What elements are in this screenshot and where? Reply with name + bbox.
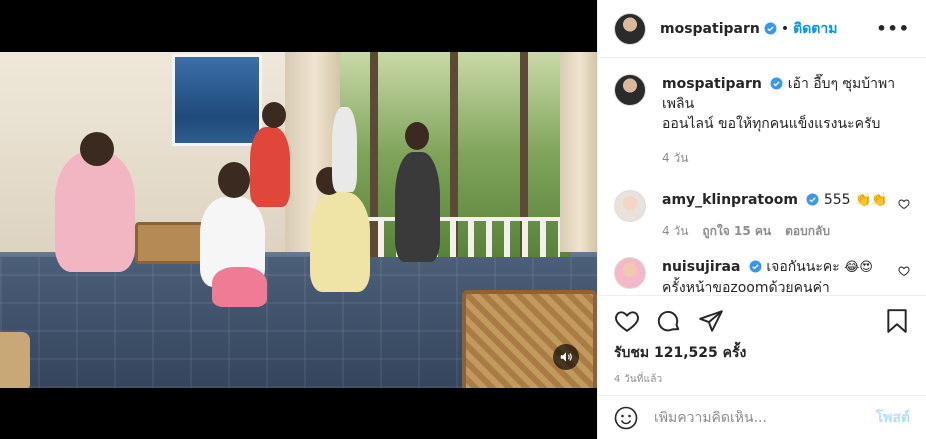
comment-icon[interactable] — [656, 308, 682, 334]
view-count[interactable]: รับชม 121,525 ครั้ง — [614, 342, 910, 364]
video-scene-head — [405, 122, 429, 150]
comments-list: mospatiparn เอ้า อื๊บๆ ซุมบ้าพาเพลิน ออน… — [614, 74, 910, 294]
comment-username[interactable]: amy_klinpratoom — [662, 192, 798, 208]
post-actions: รับชม 121,525 ครั้ง 4 วันที่แล้ว — [598, 295, 926, 387]
comment-meta: 4 วัน ถูกใจ 15 คน ตอบกลับ — [662, 221, 890, 241]
video-scene-person — [332, 107, 357, 192]
reply-button[interactable]: ตอบกลับ — [785, 221, 830, 241]
verified-icon — [806, 193, 819, 206]
comment-input[interactable] — [654, 409, 876, 426]
caption-time[interactable]: 4 วัน — [662, 148, 688, 168]
comment-text: เจอกันนะคะ — [766, 259, 840, 275]
more-options-icon[interactable]: ••• — [876, 19, 910, 38]
author-username[interactable]: mospatiparn — [660, 21, 760, 37]
video-scene-head — [80, 132, 114, 166]
media-area — [0, 0, 597, 439]
bookmark-icon[interactable] — [884, 308, 910, 334]
verified-icon — [764, 22, 777, 35]
comment-body: amy_klinpratoom 555 👏👏 4 วัน ถูกใจ 15 คน… — [662, 190, 890, 249]
video-scene-person — [212, 267, 267, 307]
commenter-avatar[interactable] — [614, 190, 646, 222]
video-scene-curtain-right — [560, 52, 597, 252]
caption-username[interactable]: mospatiparn — [662, 76, 762, 92]
post-video[interactable] — [0, 52, 597, 388]
caption-meta: 4 วัน — [662, 148, 910, 168]
caption-body: mospatiparn เอ้า อื๊บๆ ซุมบ้าพาเพลิน ออน… — [662, 74, 910, 182]
video-scene-head — [218, 162, 250, 198]
post-header: mospatiparn • ติดตาม ••• — [598, 0, 926, 58]
author-avatar[interactable] — [614, 12, 646, 45]
video-scene-head — [262, 102, 286, 128]
comment-text-line2: ครั้งหน้าขอzoomด้วยคนค่า — [662, 280, 830, 294]
heart-icon[interactable] — [898, 198, 910, 210]
video-scene-chair-left — [0, 332, 30, 388]
commenter-avatar[interactable] — [614, 257, 646, 289]
comment-item: amy_klinpratoom 555 👏👏 4 วัน ถูกใจ 15 คน… — [614, 190, 910, 249]
video-scene-painting — [172, 54, 262, 146]
comment-text: 555 — [823, 192, 851, 208]
comment-emoji: 😂😍 — [844, 260, 873, 275]
comment-likes[interactable]: ถูกใจ 15 คน — [702, 221, 771, 241]
share-icon[interactable] — [698, 308, 724, 334]
caption-avatar[interactable] — [614, 74, 646, 106]
comment-emoji: 👏👏 — [855, 193, 888, 208]
post-comment-button[interactable]: โพสต์ — [876, 407, 910, 429]
video-scene-person — [310, 192, 370, 292]
add-comment-bar: โพสต์ — [598, 395, 926, 439]
separator-dot: • — [780, 20, 790, 37]
caption-text-line2: ออนไลน์ ขอให้ทุกคนแข็งแรงนะครับ — [662, 116, 881, 132]
comment-username[interactable]: nuisujiraa — [662, 259, 740, 275]
caption: mospatiparn เอ้า อื๊บๆ ซุมบ้าพาเพลิน ออน… — [614, 74, 910, 182]
volume-icon — [560, 352, 572, 362]
follow-button[interactable]: ติดตาม — [793, 18, 837, 40]
heart-icon[interactable] — [614, 308, 640, 334]
video-scene-person — [250, 127, 290, 207]
video-scene-chair — [462, 290, 597, 388]
post-side-panel: mospatiparn • ติดตาม ••• mospatiparn เอ้… — [597, 0, 926, 439]
heart-icon[interactable] — [898, 265, 910, 277]
comment-body: nuisujiraa เจอกันนะคะ 😂😍 ครั้งหน้าขอzoom… — [662, 257, 890, 294]
video-scene-railing — [360, 217, 560, 257]
video-scene-person — [55, 152, 135, 272]
emoji-icon[interactable] — [614, 406, 638, 430]
comment-time[interactable]: 4 วัน — [662, 221, 688, 241]
post-timestamp[interactable]: 4 วันที่แล้ว — [614, 372, 910, 387]
verified-icon — [770, 77, 783, 90]
mute-button[interactable] — [553, 344, 579, 370]
instagram-post-view: mospatiparn • ติดตาม ••• mospatiparn เอ้… — [0, 0, 926, 439]
video-scene-person — [395, 152, 440, 262]
comment-item: nuisujiraa เจอกันนะคะ 😂😍 ครั้งหน้าขอzoom… — [614, 257, 910, 294]
action-icons-row — [614, 306, 910, 336]
verified-icon — [749, 260, 762, 273]
